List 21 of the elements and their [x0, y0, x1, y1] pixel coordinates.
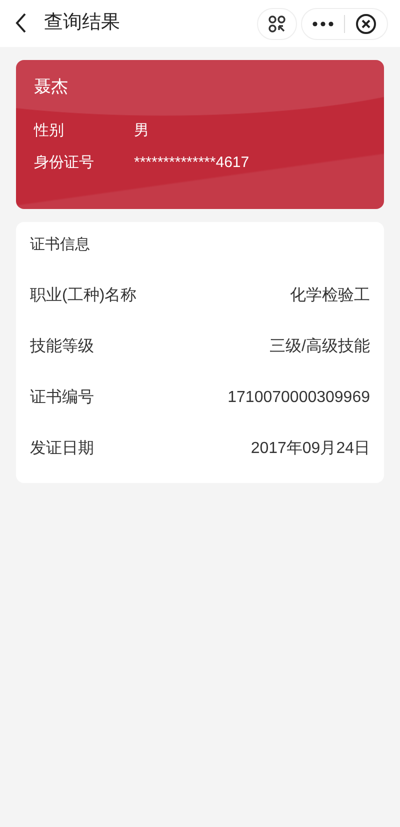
section-title: 证书信息	[30, 235, 91, 255]
more-icon	[312, 20, 334, 26]
field-value: **************4617	[134, 153, 250, 174]
field-label: 职业(工种)名称	[30, 286, 137, 306]
field-value: 化学检验工	[290, 286, 370, 306]
back-icon	[14, 12, 28, 34]
field-value: 男	[134, 121, 149, 142]
field-label: 证书编号	[30, 388, 94, 408]
field-label: 技能等级	[30, 336, 94, 357]
field-label: 发证日期	[30, 439, 94, 459]
scan-icon	[268, 14, 286, 32]
page-title: 查询结果	[44, 11, 121, 36]
field-label: 身份证号	[34, 153, 95, 174]
field-value: 1710070000309969	[228, 388, 370, 408]
field-value: 2017年09月24日	[250, 439, 370, 459]
field-value: 三级/高级技能	[270, 336, 370, 357]
person-name: 聂杰	[34, 76, 69, 98]
close-icon	[355, 12, 377, 34]
field-label: 性别	[34, 121, 65, 142]
scan-button[interactable]	[257, 8, 297, 40]
back-button[interactable]	[14, 12, 28, 36]
